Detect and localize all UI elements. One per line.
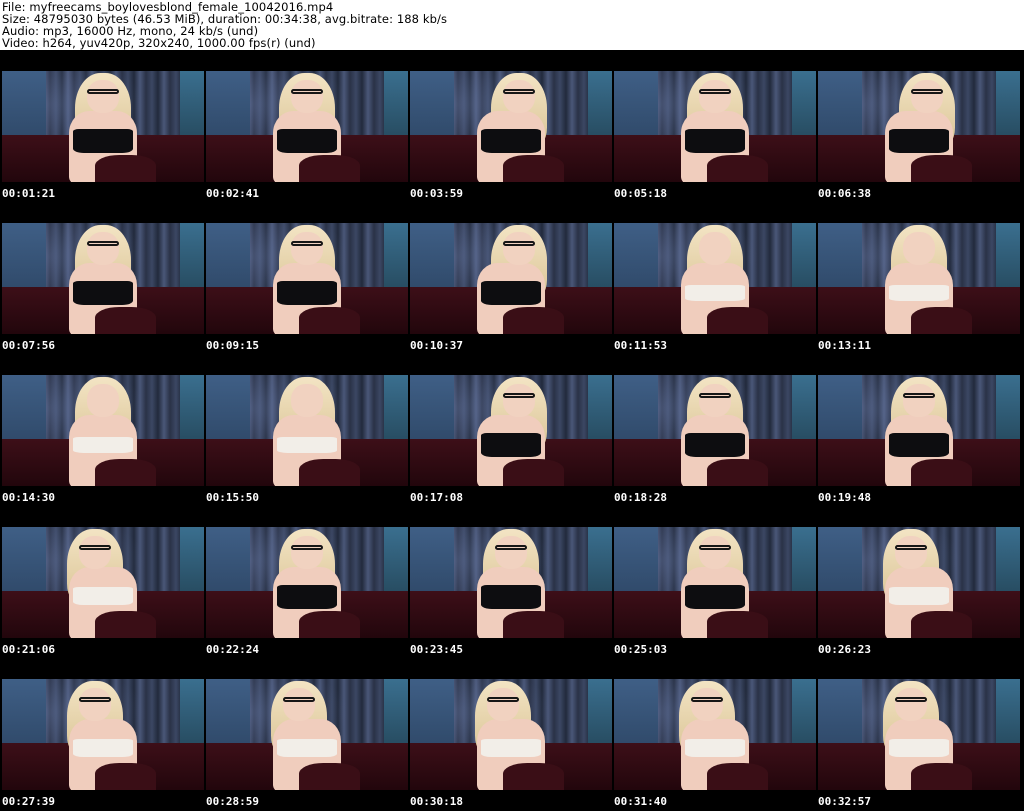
video-frame-thumbnail [614, 71, 816, 182]
video-frame-thumbnail [614, 527, 816, 638]
video-frame-thumbnail [818, 679, 1020, 790]
thumbnail-cell: 00:28:59 [204, 658, 408, 810]
video-frame-thumbnail [206, 679, 408, 790]
video-info-line: Video: h264, yuv420p, 320x240, 1000.00 f… [2, 36, 316, 50]
video-frame-thumbnail [818, 223, 1020, 334]
thumbnail-cell: 00:27:39 [0, 658, 204, 810]
frame-timestamp: 00:21:06 [2, 643, 55, 656]
frame-timestamp: 00:26:23 [818, 643, 871, 656]
thumbnail-cell: 00:13:11 [816, 202, 1020, 354]
video-frame-thumbnail [614, 375, 816, 486]
thumbnail-cell: 00:32:57 [816, 658, 1020, 810]
video-frame-thumbnail [2, 679, 204, 790]
thumbnail-cell: 00:25:03 [612, 506, 816, 658]
thumbnail-cell: 00:30:18 [408, 658, 612, 810]
frame-timestamp: 00:22:24 [206, 643, 259, 656]
thumbnail-cell: 00:15:50 [204, 354, 408, 506]
video-frame-thumbnail [206, 527, 408, 638]
frame-timestamp: 00:06:38 [818, 187, 871, 200]
video-frame-thumbnail [818, 527, 1020, 638]
thumbnail-cell: 00:06:38 [816, 50, 1020, 202]
thumbnail-cell: 00:14:30 [0, 354, 204, 506]
frame-timestamp: 00:05:18 [614, 187, 667, 200]
thumbnail-cell: 00:11:53 [612, 202, 816, 354]
frame-timestamp: 00:25:03 [614, 643, 667, 656]
frame-timestamp: 00:07:56 [2, 339, 55, 352]
frame-timestamp: 00:19:48 [818, 491, 871, 504]
frame-timestamp: 00:17:08 [410, 491, 463, 504]
video-frame-thumbnail [410, 375, 612, 486]
frame-timestamp: 00:32:57 [818, 795, 871, 808]
thumbnail-cell: 00:23:45 [408, 506, 612, 658]
video-frame-thumbnail [818, 71, 1020, 182]
frame-timestamp: 00:30:18 [410, 795, 463, 808]
frame-timestamp: 00:23:45 [410, 643, 463, 656]
frame-timestamp: 00:11:53 [614, 339, 667, 352]
video-frame-thumbnail [614, 679, 816, 790]
thumbnail-grid: 00:01:21 00:02:41 00:03:59 00:05:18 00:06:38… [0, 50, 1024, 811]
frame-timestamp: 00:03:59 [410, 187, 463, 200]
thumbnail-cell: 00:05:18 [612, 50, 816, 202]
video-frame-thumbnail [206, 71, 408, 182]
thumbnail-cell: 00:22:24 [204, 506, 408, 658]
video-frame-thumbnail [410, 527, 612, 638]
thumbnail-cell: 00:09:15 [204, 202, 408, 354]
frame-timestamp: 00:31:40 [614, 795, 667, 808]
video-frame-thumbnail [2, 527, 204, 638]
video-frame-thumbnail [206, 375, 408, 486]
thumbnail-cell: 00:17:08 [408, 354, 612, 506]
thumbnail-cell: 00:10:37 [408, 202, 612, 354]
frame-timestamp: 00:18:28 [614, 491, 667, 504]
frame-timestamp: 00:27:39 [2, 795, 55, 808]
frame-timestamp: 00:28:59 [206, 795, 259, 808]
frame-timestamp: 00:14:30 [2, 491, 55, 504]
frame-timestamp: 00:01:21 [2, 187, 55, 200]
frame-timestamp: 00:10:37 [410, 339, 463, 352]
video-frame-thumbnail [410, 679, 612, 790]
video-frame-thumbnail [206, 223, 408, 334]
thumbnail-cell: 00:31:40 [612, 658, 816, 810]
video-frame-thumbnail [410, 71, 612, 182]
thumbnail-cell: 00:01:21 [0, 50, 204, 202]
frame-timestamp: 00:15:50 [206, 491, 259, 504]
thumbnail-cell: 00:19:48 [816, 354, 1020, 506]
thumbnail-cell: 00:21:06 [0, 506, 204, 658]
thumbnail-cell: 00:07:56 [0, 202, 204, 354]
video-frame-thumbnail [818, 375, 1020, 486]
thumbnail-cell: 00:26:23 [816, 506, 1020, 658]
frame-timestamp: 00:02:41 [206, 187, 259, 200]
video-frame-thumbnail [410, 223, 612, 334]
thumbnail-cell: 00:18:28 [612, 354, 816, 506]
thumbnail-cell: 00:02:41 [204, 50, 408, 202]
video-frame-thumbnail [2, 223, 204, 334]
video-frame-thumbnail [614, 223, 816, 334]
video-frame-thumbnail [2, 71, 204, 182]
frame-timestamp: 00:13:11 [818, 339, 871, 352]
video-frame-thumbnail [2, 375, 204, 486]
file-info-header: File: myfreecams_boylovesblond_female_10… [0, 0, 1024, 50]
frame-timestamp: 00:09:15 [206, 339, 259, 352]
thumbnail-cell: 00:03:59 [408, 50, 612, 202]
